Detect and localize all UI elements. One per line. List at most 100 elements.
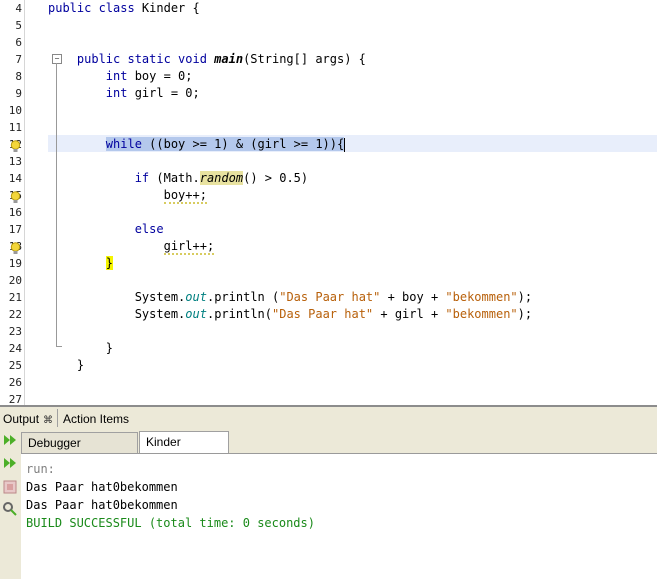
line-number: 9	[15, 87, 22, 100]
code-token: public static void	[48, 52, 215, 66]
line-number: 14	[8, 172, 22, 185]
code-line[interactable]: else	[48, 221, 164, 238]
code-token: );	[517, 290, 533, 304]
line-number: 16	[8, 206, 22, 219]
code-token: random	[199, 171, 244, 185]
line-number: 6	[15, 36, 22, 49]
line-number: 19	[8, 257, 22, 270]
code-token: .println(	[206, 307, 272, 321]
line-number: 7	[15, 53, 22, 66]
code-token: boy++;	[163, 188, 207, 204]
code-token: girl++;	[163, 239, 215, 255]
code-token: int	[105, 86, 128, 100]
lightbulb-hint-icon[interactable]	[10, 189, 21, 203]
code-line[interactable]: public static void main(String[] args) {	[48, 51, 366, 68]
code-token: + boy +	[380, 290, 446, 304]
code-token: out	[185, 290, 207, 304]
code-token: int	[105, 69, 128, 83]
code-token: "Das Paar hat"	[272, 307, 374, 321]
line-number: 8	[15, 70, 22, 83]
code-line[interactable]: int girl = 0;	[48, 85, 200, 102]
settings-icon[interactable]	[2, 501, 18, 517]
code-token: if	[134, 171, 150, 185]
line-number: 13	[8, 155, 22, 168]
line-number: 5	[15, 19, 22, 32]
output-toolbar	[0, 429, 22, 579]
code-line[interactable]: public class Kinder {	[48, 0, 200, 17]
code-token: girl = 0;	[127, 86, 200, 100]
code-line[interactable]: while ((boy >= 1) & (girl >= 1)){	[48, 136, 346, 153]
line-number: 23	[8, 325, 22, 338]
tab-debugger-console[interactable]: Debugger Console⌘	[21, 432, 138, 471]
code-token: public class	[48, 1, 142, 15]
code-token: else	[134, 222, 164, 236]
code-token: }	[48, 358, 85, 372]
line-number: 10	[8, 104, 22, 117]
close-icon[interactable]: ⌘	[43, 415, 53, 426]
code-line[interactable]: }	[48, 340, 113, 357]
code-token: + girl +	[373, 307, 446, 321]
code-line[interactable]: boy++;	[48, 187, 207, 204]
tab-action-items[interactable]: Action Items	[63, 409, 129, 429]
line-number: 4	[15, 2, 22, 15]
line-number: 22	[8, 308, 22, 321]
output-tab-bar: Output ⌘ Action Items	[0, 405, 657, 429]
code-line[interactable]: }	[48, 357, 84, 374]
line-number: 25	[8, 359, 22, 372]
tab-divider	[57, 409, 58, 427]
line-number: 27	[8, 393, 22, 405]
code-line[interactable]: System.out.println ("Das Paar hat" + boy…	[48, 289, 532, 306]
lightbulb-hint-icon[interactable]	[10, 240, 21, 254]
line-number: 11	[8, 121, 22, 134]
output-console[interactable]: run: Das Paar hat0bekommen Das Paar hat0be…	[21, 454, 657, 579]
code-token: .println (	[206, 290, 280, 304]
code-token: while	[105, 137, 142, 151]
code-line[interactable]: girl++;	[48, 238, 215, 255]
code-token: }	[105, 256, 114, 270]
line-number: 21	[8, 291, 22, 304]
code-line[interactable]: if (Math.random() > 0.5)	[48, 170, 308, 187]
code-token: System.	[48, 307, 186, 321]
tab-output[interactable]: Output ⌘	[3, 409, 53, 429]
console-line: Das Paar hat0bekommen	[26, 480, 178, 494]
fold-margin: −	[24, 0, 62, 405]
run-again-icon[interactable]	[2, 432, 18, 448]
code-token: () > 0.5)	[243, 171, 309, 185]
code-token: }	[48, 341, 114, 355]
tab-kinder-run[interactable]: Kinder (run)⌘	[139, 431, 229, 470]
code-token: "bekommen"	[445, 290, 518, 304]
code-token: main	[214, 52, 244, 66]
console-line: run:	[26, 462, 55, 476]
run-again-icon[interactable]	[2, 455, 18, 471]
code-line[interactable]: int boy = 0;	[48, 68, 193, 85]
code-token: out	[185, 307, 207, 321]
code-line[interactable]: System.out.println("Das Paar hat" + girl…	[48, 306, 532, 323]
code-editor[interactable]: 4567891011121314151617181920212223242526…	[0, 0, 657, 405]
line-number: 20	[8, 274, 22, 287]
code-token: (String[] args) {	[243, 52, 366, 66]
stop-icon[interactable]	[2, 479, 18, 495]
code-token: Kinder {	[141, 1, 200, 15]
code-line[interactable]: }	[48, 255, 114, 272]
console-line: BUILD SUCCESSFUL (total time: 0 seconds)	[26, 516, 315, 530]
text-caret	[344, 137, 346, 152]
code-token: boy = 0;	[127, 69, 193, 83]
code-token: );	[517, 307, 533, 321]
lightbulb-hint-icon[interactable]	[10, 138, 21, 152]
tab-action-items-label: Action Items	[63, 412, 130, 426]
code-token: "bekommen"	[445, 307, 518, 321]
line-number: 24	[8, 342, 22, 355]
code-token: "Das Paar hat"	[279, 290, 381, 304]
tab-output-label: Output	[3, 412, 40, 426]
line-number: 17	[8, 223, 22, 236]
output-sub-tab-bar: Debugger Console⌘ Kinder (run)⌘	[21, 429, 657, 471]
line-number-gutter: 4567891011121314151617181920212223242526…	[0, 0, 25, 405]
